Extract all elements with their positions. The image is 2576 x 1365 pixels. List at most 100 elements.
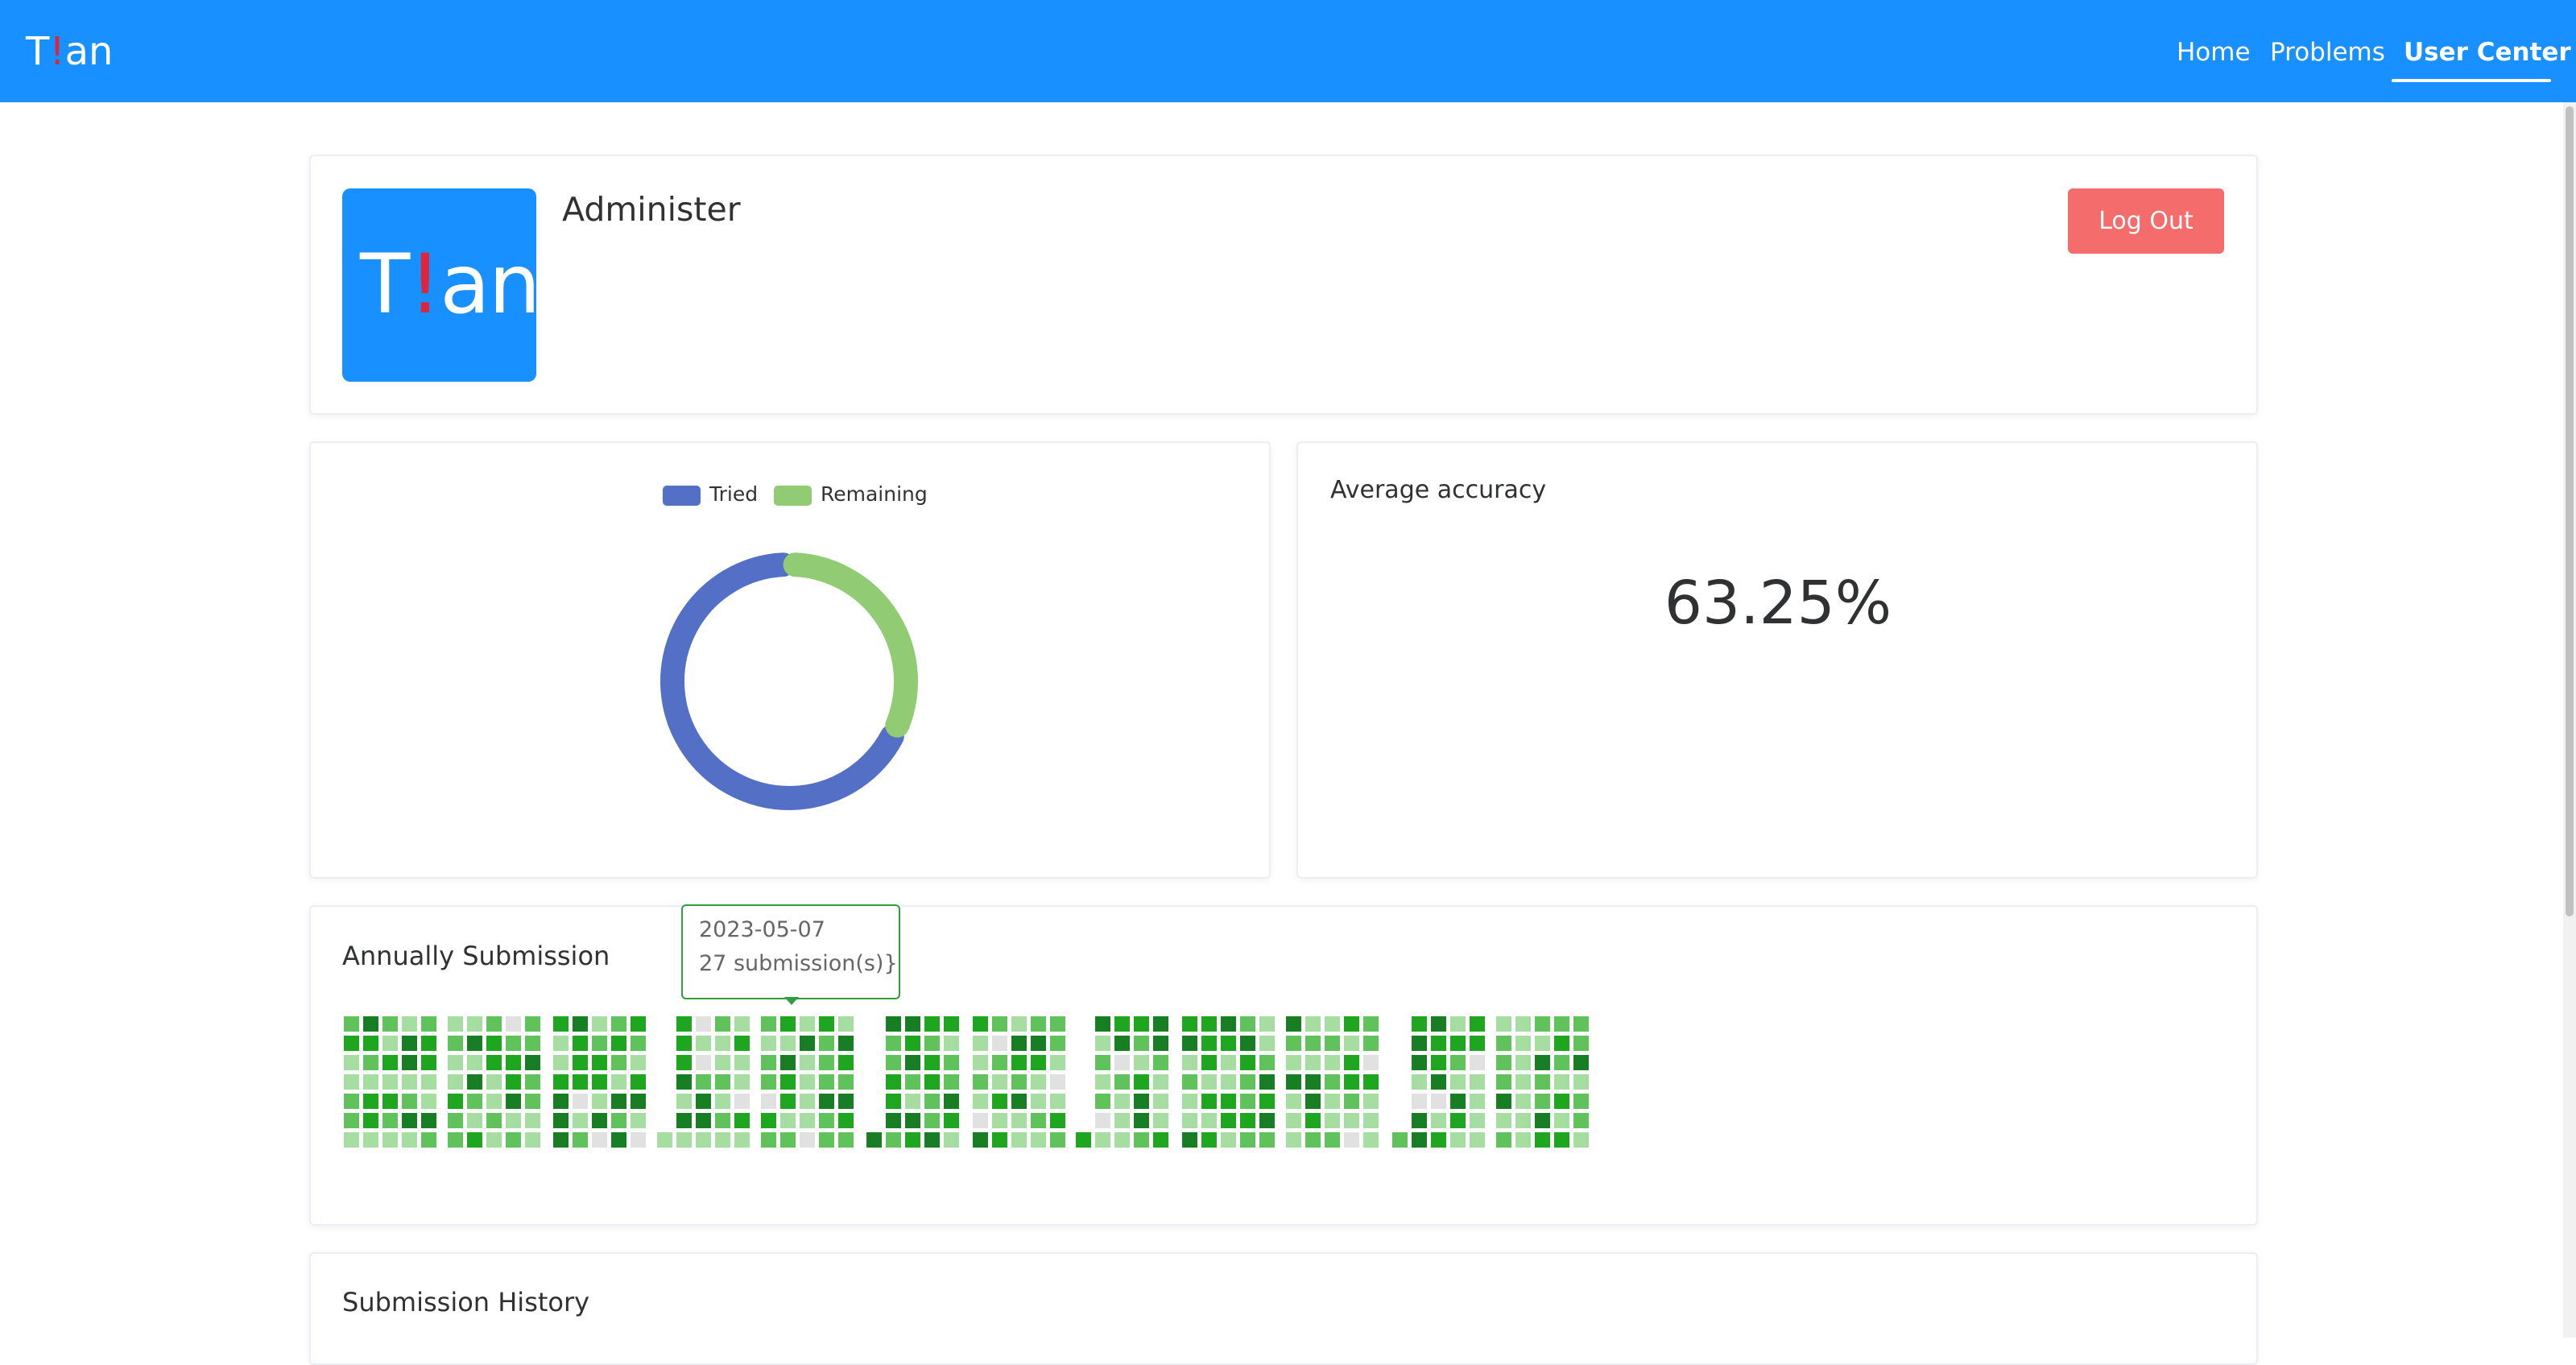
- heatmap-cell[interactable]: [761, 1132, 776, 1148]
- heatmap-cell[interactable]: [761, 1036, 776, 1051]
- heatmap-cell[interactable]: [992, 1055, 1007, 1070]
- heatmap-cell[interactable]: [486, 1094, 502, 1109]
- heatmap-cell[interactable]: [363, 1074, 378, 1090]
- heatmap-cell[interactable]: [1496, 1113, 1511, 1128]
- heatmap-cell[interactable]: [800, 1094, 815, 1109]
- heatmap-cell[interactable]: [1134, 1016, 1149, 1032]
- heatmap-cell[interactable]: [1470, 1055, 1485, 1070]
- heatmap-cell[interactable]: [905, 1074, 920, 1090]
- heatmap-cell[interactable]: [1201, 1113, 1217, 1128]
- heatmap-cell[interactable]: [1573, 1036, 1589, 1051]
- heatmap-cell[interactable]: [1573, 1094, 1589, 1109]
- heatmap-cell[interactable]: [1221, 1094, 1236, 1109]
- heatmap-cell[interactable]: [1221, 1132, 1236, 1148]
- heatmap-cell[interactable]: [1201, 1094, 1217, 1109]
- heatmap-cell[interactable]: [1095, 1036, 1110, 1051]
- heatmap-cell[interactable]: [1305, 1132, 1321, 1148]
- heatmap-cell[interactable]: [1031, 1016, 1046, 1032]
- heatmap-cell[interactable]: [944, 1016, 959, 1032]
- heatmap-cell[interactable]: [886, 1113, 901, 1128]
- heatmap-cell[interactable]: [611, 1074, 626, 1090]
- heatmap-cell[interactable]: [800, 1074, 815, 1090]
- heatmap-cell[interactable]: [1305, 1074, 1321, 1090]
- heatmap-cell[interactable]: [1573, 1132, 1589, 1148]
- heatmap-cell[interactable]: [1496, 1055, 1511, 1070]
- heatmap-cell[interactable]: [886, 1055, 901, 1070]
- heatmap-cell[interactable]: [1515, 1132, 1531, 1148]
- heatmap-cell[interactable]: [467, 1016, 482, 1032]
- heatmap-cell[interactable]: [1496, 1036, 1511, 1051]
- heatmap-cell[interactable]: [573, 1016, 588, 1032]
- heatmap-cell[interactable]: [886, 1094, 901, 1109]
- heatmap-cell[interactable]: [382, 1113, 398, 1128]
- heatmap-cell[interactable]: [1344, 1113, 1359, 1128]
- heatmap-cell[interactable]: [924, 1036, 940, 1051]
- heatmap-cell[interactable]: [1114, 1113, 1130, 1128]
- heatmap-cell[interactable]: [1496, 1094, 1511, 1109]
- heatmap-cell[interactable]: [973, 1074, 988, 1090]
- heatmap-cell[interactable]: [1325, 1094, 1340, 1109]
- heatmap-cell[interactable]: [1134, 1055, 1149, 1070]
- heatmap-cell[interactable]: [1363, 1016, 1379, 1032]
- heatmap-cell[interactable]: [1221, 1055, 1236, 1070]
- heatmap-cell[interactable]: [715, 1036, 730, 1051]
- heatmap-cell[interactable]: [819, 1055, 834, 1070]
- heatmap-cell[interactable]: [421, 1036, 436, 1051]
- heatmap-cell[interactable]: [1554, 1036, 1569, 1051]
- heatmap-cell[interactable]: [506, 1094, 521, 1109]
- heatmap-cell[interactable]: [924, 1055, 940, 1070]
- heatmap-cell[interactable]: [486, 1036, 502, 1051]
- heatmap-cell[interactable]: [1011, 1132, 1027, 1148]
- heatmap-cell[interactable]: [506, 1036, 521, 1051]
- heatmap-cell[interactable]: [467, 1094, 482, 1109]
- heatmap-cell[interactable]: [1286, 1074, 1301, 1090]
- heatmap-cell[interactable]: [1114, 1074, 1130, 1090]
- heatmap-cell[interactable]: [363, 1055, 378, 1070]
- heatmap-cell[interactable]: [1515, 1016, 1531, 1032]
- heatmap-cell[interactable]: [1286, 1132, 1301, 1148]
- heatmap-cell[interactable]: [631, 1132, 646, 1148]
- heatmap-cell[interactable]: [402, 1016, 417, 1032]
- heatmap-cell[interactable]: [467, 1074, 482, 1090]
- heatmap-cell[interactable]: [1201, 1055, 1217, 1070]
- heatmap-cell[interactable]: [676, 1074, 692, 1090]
- heatmap-cell[interactable]: [1573, 1074, 1589, 1090]
- heatmap-cell[interactable]: [973, 1036, 988, 1051]
- heatmap-cell[interactable]: [973, 1055, 988, 1070]
- heatmap-cell[interactable]: [696, 1132, 711, 1148]
- heatmap-cell[interactable]: [819, 1113, 834, 1128]
- heatmap-cell[interactable]: [800, 1016, 815, 1032]
- heatmap-cell[interactable]: [631, 1074, 646, 1090]
- heatmap-cell[interactable]: [611, 1132, 626, 1148]
- heatmap-cell[interactable]: [486, 1016, 502, 1032]
- heatmap-cell[interactable]: [715, 1055, 730, 1070]
- heatmap-cell[interactable]: [761, 1016, 776, 1032]
- heatmap-cell[interactable]: [506, 1132, 521, 1148]
- heatmap-cell[interactable]: [992, 1113, 1007, 1128]
- heatmap-cell[interactable]: [1535, 1132, 1550, 1148]
- heatmap-cell[interactable]: [1573, 1113, 1589, 1128]
- heatmap-cell[interactable]: [1363, 1132, 1379, 1148]
- heatmap-cell[interactable]: [363, 1113, 378, 1128]
- heatmap-cell[interactable]: [924, 1074, 940, 1090]
- heatmap-cell[interactable]: [1363, 1036, 1379, 1051]
- heatmap-cell[interactable]: [1286, 1094, 1301, 1109]
- heatmap-cell[interactable]: [761, 1074, 776, 1090]
- heatmap-cell[interactable]: [1114, 1094, 1130, 1109]
- heatmap-cell[interactable]: [1221, 1113, 1236, 1128]
- heatmap-cell[interactable]: [1011, 1055, 1027, 1070]
- heatmap-cell[interactable]: [905, 1132, 920, 1148]
- heatmap-cell[interactable]: [715, 1113, 730, 1128]
- heatmap-cell[interactable]: [344, 1113, 359, 1128]
- heatmap-cell[interactable]: [819, 1016, 834, 1032]
- heatmap-cell[interactable]: [905, 1094, 920, 1109]
- heatmap-cell[interactable]: [382, 1055, 398, 1070]
- heatmap-cell[interactable]: [676, 1055, 692, 1070]
- heatmap-cell[interactable]: [1344, 1036, 1359, 1051]
- heatmap-cell[interactable]: [1554, 1113, 1569, 1128]
- heatmap-cell[interactable]: [1240, 1036, 1255, 1051]
- heatmap-cell[interactable]: [592, 1055, 607, 1070]
- heatmap-cell[interactable]: [448, 1055, 463, 1070]
- heatmap-cell[interactable]: [1050, 1094, 1065, 1109]
- heatmap-cell[interactable]: [1535, 1074, 1550, 1090]
